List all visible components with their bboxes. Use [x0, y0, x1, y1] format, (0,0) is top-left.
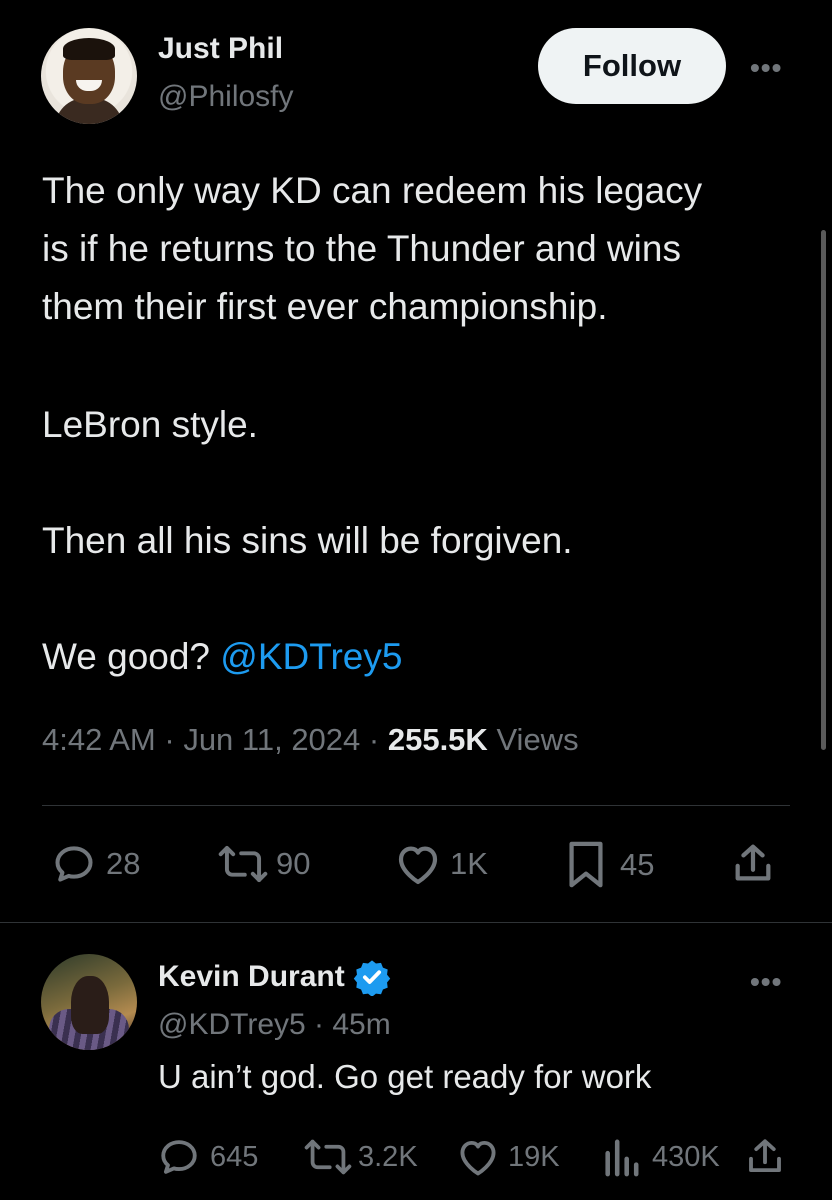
follow-button[interactable]: Follow — [538, 28, 726, 104]
divider — [0, 922, 832, 923]
tweet-line-sins: Then all his sins will be forgiven. — [42, 520, 573, 561]
reply-action[interactable]: 28 — [52, 842, 140, 886]
author-name[interactable]: Just Phil — [158, 32, 283, 66]
tweet-text: The only way KD can redeem his legacy is… — [42, 162, 802, 336]
bookmark-count: 45 — [620, 847, 655, 882]
views-count: 255.5K — [387, 722, 488, 757]
scrollbar[interactable] — [821, 230, 826, 750]
retweet-count: 90 — [276, 846, 311, 881]
analytics-icon — [605, 1139, 639, 1177]
reply-views-action[interactable]: 430K — [602, 1136, 720, 1178]
tweet-line-good: We good? @KDTrey5 — [42, 628, 802, 686]
reply-retweet-count: 3.2K — [358, 1140, 418, 1173]
meta-separator: · — [164, 722, 184, 757]
author-handle[interactable]: @Philosfy — [158, 80, 294, 114]
mention-link[interactable]: @KDTrey5 — [220, 636, 402, 677]
share-action[interactable] — [730, 840, 776, 888]
tweet-line-3: them their first ever championship. — [42, 286, 608, 327]
bookmark-action[interactable]: 45 — [566, 840, 654, 890]
tweet-meta: 4:42 AM · Jun 11, 2024 · 255.5K Views — [42, 722, 579, 758]
tweet-time[interactable]: 4:42 AM — [42, 722, 156, 757]
reply-reply-action[interactable]: 645 — [158, 1136, 258, 1178]
tweet-date[interactable]: Jun 11, 2024 — [183, 722, 360, 757]
reply-like-count: 19K — [508, 1140, 560, 1173]
like-count: 1K — [450, 846, 488, 881]
reply-time[interactable]: 45m — [332, 1008, 390, 1041]
tweet-line-1: The only way KD can redeem his legacy — [42, 170, 703, 211]
meta-separator: · — [305, 1008, 333, 1041]
heart-icon — [398, 846, 438, 885]
reply-reply-count: 645 — [210, 1140, 259, 1173]
retweet-icon — [304, 1139, 352, 1175]
reply-like-action[interactable]: 19K — [456, 1136, 560, 1178]
reply-icon — [161, 1140, 197, 1174]
reply-share-action[interactable] — [744, 1134, 786, 1180]
reply-author-handle[interactable]: @KDTrey5 — [158, 1008, 306, 1041]
avatar-hair — [63, 38, 115, 60]
retweet-action[interactable]: 90 — [218, 842, 310, 886]
tweet-line-good-prefix: We good? — [42, 636, 221, 677]
reply-count: 28 — [106, 846, 141, 881]
share-icon — [749, 1139, 781, 1173]
verified-badge-icon — [353, 960, 390, 996]
divider — [42, 805, 790, 806]
reply-meta: @KDTrey5 · 45m — [158, 1008, 391, 1042]
reply-retweet-action[interactable]: 3.2K — [304, 1136, 418, 1178]
bookmark-icon — [569, 841, 603, 888]
meta-separator: · — [368, 722, 388, 757]
heart-icon — [460, 1140, 496, 1176]
reply-icon — [55, 846, 93, 882]
retweet-icon — [218, 845, 268, 883]
share-icon — [735, 844, 771, 881]
views-label: Views — [496, 722, 579, 757]
reply-author-avatar[interactable] — [41, 954, 137, 1050]
tweet-line-2: is if he returns to the Thunder and wins — [42, 228, 681, 269]
more-options-icon[interactable]: ••• — [750, 52, 782, 84]
tweet-line-lebron: LeBron style. — [42, 404, 258, 445]
reply-text: U ain’t god. Go get ready for work — [158, 1058, 652, 1095]
reply-more-options-icon[interactable]: ••• — [750, 966, 782, 998]
reply-author-row: Kevin Durant — [158, 958, 391, 996]
avatar-figure — [71, 976, 109, 1034]
reply-views-count: 430K — [652, 1140, 720, 1173]
author-avatar[interactable] — [41, 28, 137, 124]
like-action[interactable]: 1K — [394, 842, 488, 886]
reply-author-name[interactable]: Kevin Durant — [158, 960, 345, 994]
